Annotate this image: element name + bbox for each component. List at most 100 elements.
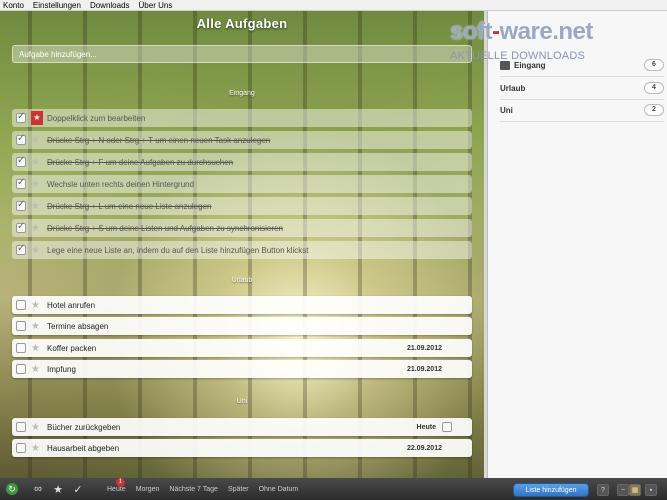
infinity-icon[interactable]: ∞: [28, 483, 48, 495]
task-row[interactable]: ★ Impfung 21.09.2012: [12, 360, 472, 378]
menubar: Konto Einstellungen Downloads Über Uns: [0, 0, 667, 11]
task-text: Termine absagen: [47, 321, 109, 331]
task-checkbox[interactable]: [16, 221, 26, 233]
watermark-brand: soft: [450, 18, 493, 45]
task-text: Drücke Strg + L um eine neue Liste anzul…: [47, 201, 212, 211]
task-checkbox[interactable]: [16, 422, 26, 432]
section-label-uni: Uni: [236, 398, 248, 405]
star-filter-icon[interactable]: ★: [48, 483, 68, 496]
task-pane: Alle Aufgaben Aufgabe hinzufügen... Eing…: [0, 11, 484, 478]
task-text: Hotel anrufen: [47, 300, 96, 310]
menu-ueber-uns[interactable]: Über Uns: [139, 1, 173, 10]
task-row[interactable]: ★ Hausarbeit abgeben 22.09.2012: [12, 439, 472, 457]
add-task-input[interactable]: Aufgabe hinzufügen...: [12, 45, 472, 63]
task-checkbox[interactable]: [16, 199, 26, 211]
watermark-brand2: ware.net: [499, 18, 594, 45]
task-due-date: 21.09.2012: [406, 365, 442, 373]
task-checkbox[interactable]: [16, 133, 26, 145]
tab-morgen[interactable]: Morgen: [131, 486, 165, 493]
task-row[interactable]: ★ Hotel anrufen: [12, 296, 472, 314]
sidebar-item-uni[interactable]: Uni 2: [500, 101, 664, 119]
task-text: Drücke Strg + N oder Strg + T um einen n…: [47, 135, 271, 145]
list-count-badge: 4: [644, 82, 664, 94]
task-text: Koffer packen: [47, 343, 97, 353]
sidebar-separator: [500, 76, 664, 77]
tab-naechste-7-tage[interactable]: Nächste 7 Tage: [164, 486, 223, 493]
star-icon[interactable]: ★: [31, 300, 43, 311]
star-icon[interactable]: ★: [31, 443, 43, 454]
star-icon[interactable]: ★: [31, 201, 43, 212]
task-row[interactable]: ★ Lege eine neue Liste an, indem du auf …: [12, 241, 472, 259]
task-row[interactable]: ★ Wechsle unten rechts deinen Hintergrun…: [12, 175, 472, 193]
star-icon[interactable]: ★: [31, 157, 43, 168]
background-picker-icon[interactable]: ▦: [629, 484, 641, 496]
section-label-urlaub: Urlaub: [231, 277, 253, 284]
star-icon[interactable]: ★: [31, 321, 43, 332]
star-icon[interactable]: ★: [31, 179, 43, 190]
sync-icon[interactable]: ↻: [6, 483, 18, 495]
list-count-badge: 2: [644, 104, 664, 116]
task-text: Doppelklick zum bearbeiten: [47, 113, 146, 123]
task-row[interactable]: ★ Koffer packen 21.09.2012: [12, 339, 472, 357]
watermark-logo: soft-ware.net: [450, 18, 667, 46]
star-icon[interactable]: ★: [31, 364, 43, 375]
task-text: Lege eine neue Liste an, indem du auf de…: [47, 245, 309, 255]
menu-downloads[interactable]: Downloads: [90, 1, 130, 10]
sidebar-separator: [500, 121, 664, 122]
task-checkbox[interactable]: [16, 243, 26, 255]
date-checkbox[interactable]: [442, 422, 452, 432]
task-due-date: Heute: [416, 423, 436, 431]
star-icon[interactable]: ★: [31, 343, 43, 354]
help-button[interactable]: ?: [597, 484, 609, 496]
more-icon[interactable]: ▪: [645, 484, 657, 496]
tab-ohne-datum[interactable]: Ohne Datum: [254, 486, 304, 493]
menu-einstellungen[interactable]: Einstellungen: [33, 1, 81, 10]
task-due-date: 22.09.2012: [406, 444, 442, 452]
menu-konto[interactable]: Konto: [3, 1, 24, 10]
add-list-button[interactable]: Liste hinzufügen: [513, 483, 589, 497]
add-task-placeholder: Aufgabe hinzufügen...: [19, 49, 97, 59]
task-text: Hausarbeit abgeben: [47, 443, 120, 453]
watermark-subtitle: AKTUELLE DOWNLOADS: [450, 50, 586, 62]
tab-spaeter[interactable]: Später: [223, 486, 254, 493]
star-icon[interactable]: ★: [31, 111, 43, 125]
star-icon[interactable]: ★: [31, 422, 43, 433]
task-checkbox[interactable]: [16, 300, 26, 310]
sidebar-item-urlaub[interactable]: Urlaub 4: [500, 79, 664, 97]
task-row[interactable]: ★ Termine absagen: [12, 317, 472, 335]
tab-label: Heute: [107, 485, 126, 493]
star-icon[interactable]: ★: [31, 135, 43, 146]
watermark-dash: -: [492, 18, 500, 45]
task-checkbox[interactable]: [16, 321, 26, 331]
task-checkbox[interactable]: [16, 177, 26, 189]
task-text: Wechsle unten rechts deinen Hintergrund: [47, 179, 195, 189]
task-text: Drücke Strg + F um deine Aufgaben zu dur…: [47, 157, 234, 167]
tab-heute[interactable]: Heute 1: [102, 477, 131, 493]
heute-badge: 1: [116, 477, 125, 487]
task-checkbox[interactable]: [16, 364, 26, 374]
task-due-date: 21.09.2012: [406, 344, 442, 352]
minimize-icon[interactable]: −: [617, 484, 629, 496]
page-title: Alle Aufgaben: [196, 16, 288, 31]
list-count-badge: 6: [644, 59, 664, 71]
task-checkbox[interactable]: [16, 343, 26, 353]
task-row[interactable]: ★ Drücke Strg + F um deine Aufgaben zu d…: [12, 153, 472, 171]
task-checkbox[interactable]: [16, 443, 26, 453]
task-row[interactable]: ★ Drücke Strg + L um eine neue Liste anz…: [12, 197, 472, 215]
task-checkbox[interactable]: [16, 155, 26, 167]
checkmark-icon[interactable]: ✓: [68, 483, 88, 496]
sidebar-item-label: Uni: [500, 105, 513, 115]
task-row[interactable]: ★ Bücher zurückgeben Heute: [12, 418, 472, 436]
star-icon[interactable]: ★: [31, 223, 43, 234]
task-row[interactable]: ★ Doppelklick zum bearbeiten: [12, 109, 472, 127]
sidebar-item-label: Urlaub: [500, 83, 526, 93]
task-text: Drücke Strg + S um deine Listen und Aufg…: [47, 223, 283, 233]
sidebar-separator: [500, 99, 664, 100]
task-row[interactable]: ★ Drücke Strg + N oder Strg + T um einen…: [12, 131, 472, 149]
star-icon[interactable]: ★: [31, 245, 43, 256]
task-text: Impfung: [47, 364, 76, 374]
section-label-eingang: Eingang: [229, 90, 255, 97]
task-text: Bücher zurückgeben: [47, 422, 121, 432]
task-checkbox[interactable]: [16, 111, 26, 123]
task-row[interactable]: ★ Drücke Strg + S um deine Listen und Au…: [12, 219, 472, 237]
